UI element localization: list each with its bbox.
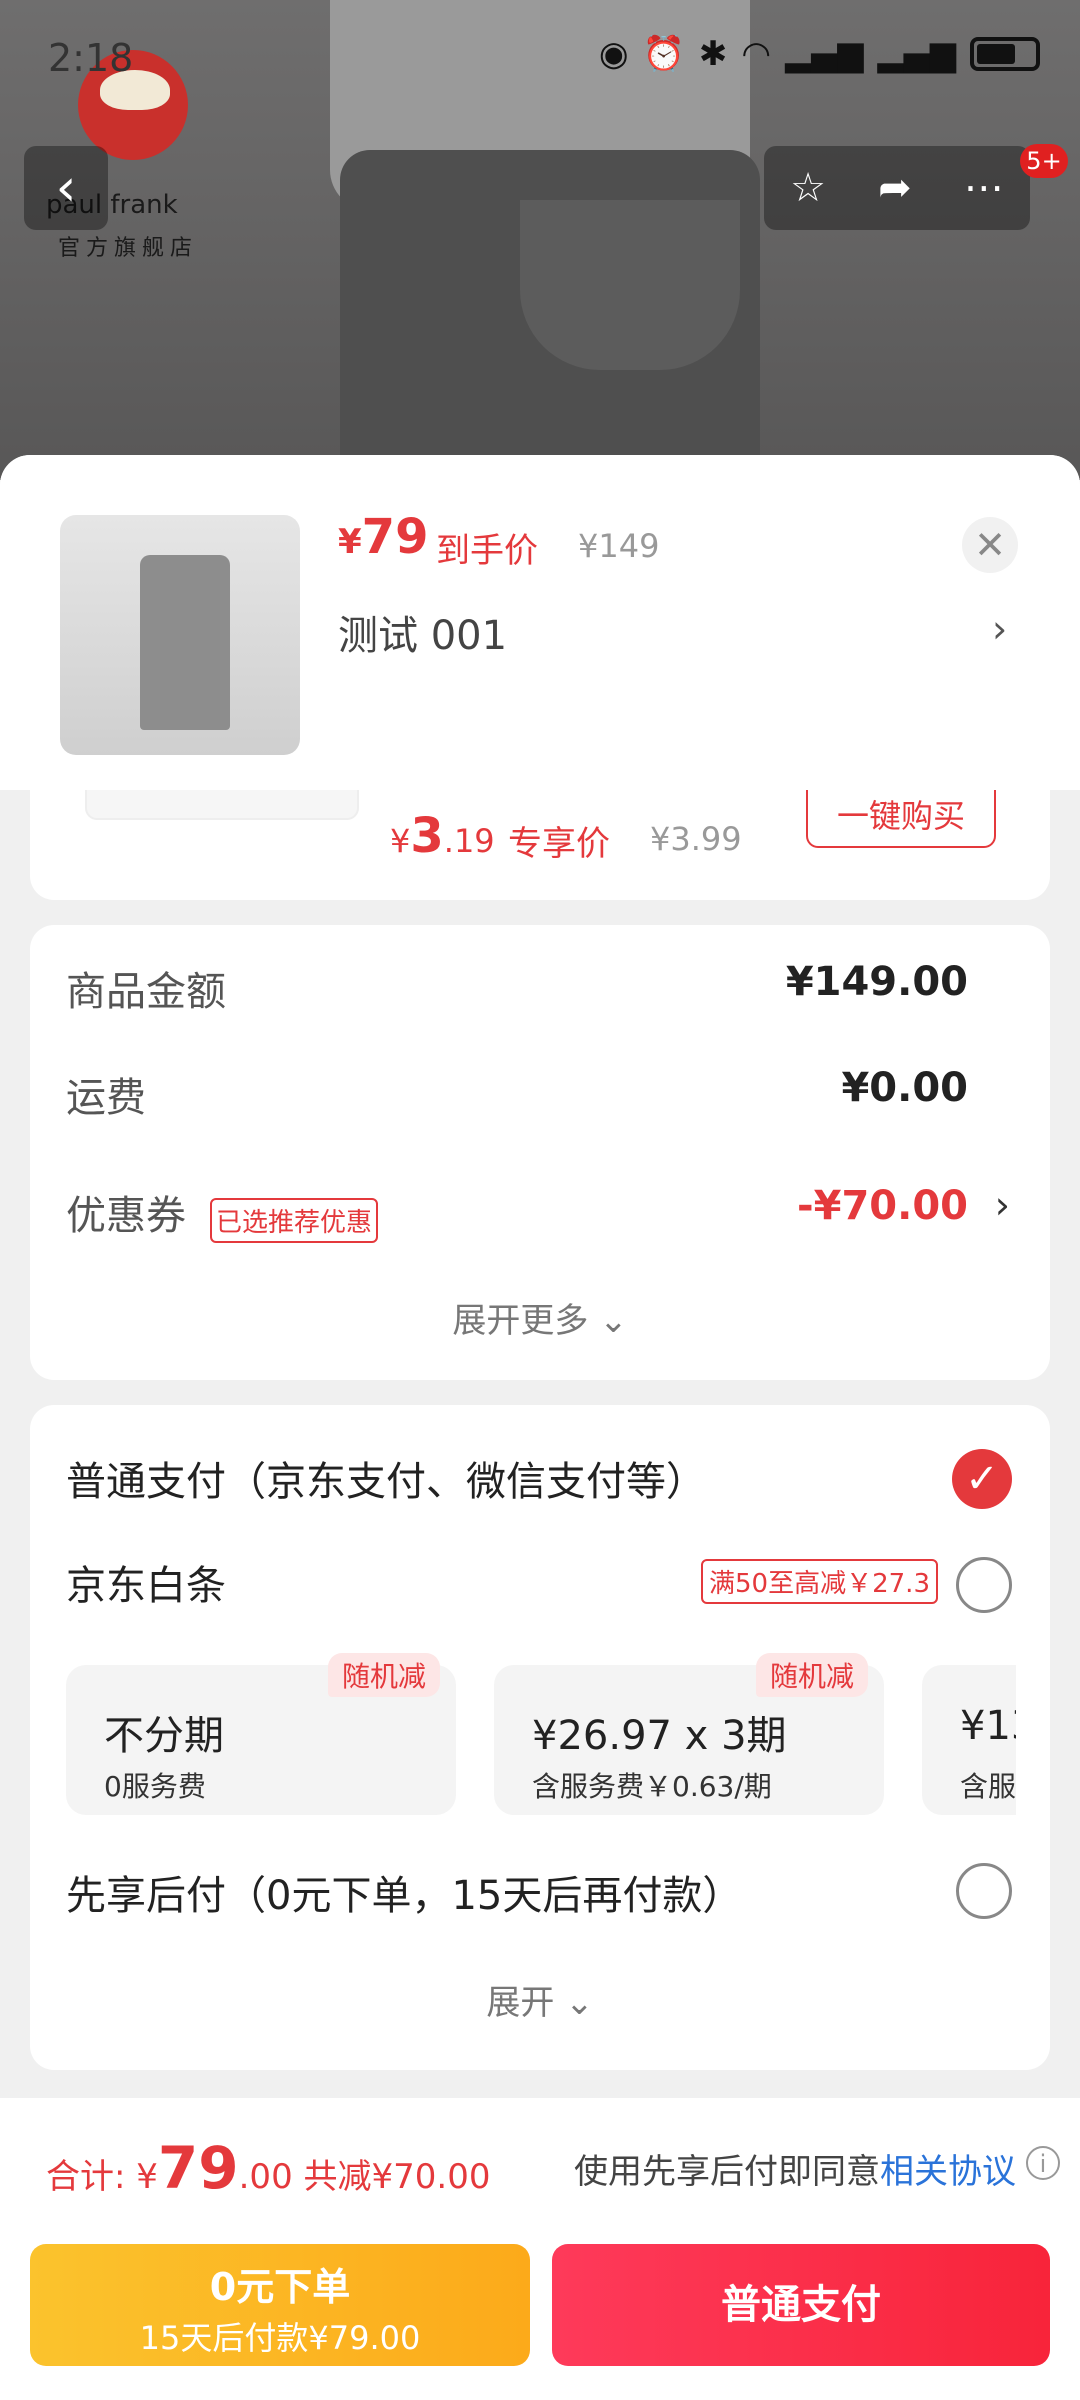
star-icon[interactable]: ☆: [790, 165, 826, 211]
total-saved: 共减¥70.00: [303, 2157, 491, 2197]
plan-tag: 随机减: [755, 1653, 868, 1697]
goods-amount-label: 商品金额: [66, 969, 226, 1015]
pay-later-button-title: 0元下单: [209, 2265, 351, 2309]
promo-price-label: 专享价: [508, 824, 610, 864]
promo-original-price: ¥3.99: [650, 820, 742, 858]
info-icon[interactable]: i: [1026, 2146, 1060, 2180]
agreement-text: 使用先享后付即同意相关协议: [574, 2144, 1016, 2193]
status-icons: ◉ ⏰ ✱ ◠ ▂▄▆ ▂▄▆: [599, 34, 1040, 74]
amount-card: 商品金额 ¥149.00 运费 ¥0.00 优惠券 已选推荐优惠 -¥70.00…: [30, 925, 1050, 1380]
plan-option[interactable]: 随机减 ¥26.97 x 3期 含服务费￥0.63/期: [494, 1653, 884, 1815]
back-button[interactable]: ‹: [24, 146, 108, 230]
price-label: 到手价: [436, 531, 538, 571]
close-button[interactable]: ✕: [962, 517, 1018, 573]
chevron-left-icon: ‹: [55, 158, 77, 218]
pay-later-radio[interactable]: [956, 1863, 1012, 1919]
agreement-link[interactable]: 相关协议: [880, 2152, 1016, 2192]
plan-option[interactable]: ¥13 含服: [922, 1665, 1016, 1815]
coupon-label: 优惠券: [66, 1193, 186, 1239]
plan-main: ¥13: [960, 1703, 1016, 1749]
normal-pay-button[interactable]: 普通支付: [552, 2244, 1050, 2366]
agreement-prefix: 使用先享后付即同意: [574, 2152, 880, 2192]
expand-button[interactable]: 展开 ⌄: [30, 1975, 1050, 2024]
chevron-right-icon[interactable]: ›: [995, 1183, 1010, 1227]
baitiao-label[interactable]: 京东白条: [66, 1553, 226, 1611]
shipping-label: 运费: [66, 1075, 146, 1121]
payment-card: 普通支付（京东支付、微信支付等） ✓ 京东白条 满50至高减￥27.3 随机减 …: [30, 1405, 1050, 2070]
plan-sub: 含服务费￥0.63/期: [532, 1770, 772, 1803]
total-summary: 合计: ¥79.00 共减¥70.00: [46, 2134, 490, 2202]
wifi-icon: ◠: [741, 34, 772, 74]
plan-main: ¥26.97 x 3期: [532, 1713, 787, 1759]
pay-later-button[interactable]: 0元下单 15天后付款¥79.00: [30, 2244, 530, 2366]
plan-sub: 0服务费: [104, 1770, 206, 1803]
plan-tag: 随机减: [327, 1653, 440, 1697]
total-int: 79: [157, 2134, 239, 2202]
normal-payment-title[interactable]: 普通支付（京东支付、微信支付等）: [66, 1449, 706, 1507]
promo-price: ¥3.19: [390, 808, 495, 864]
checkout-footer: 合计: ¥79.00 共减¥70.00 使用先享后付即同意相关协议 i 0元下单…: [0, 2098, 1080, 2400]
original-price: ¥149: [578, 527, 660, 565]
status-time: 2:18: [48, 36, 134, 80]
eye-icon: ◉: [598, 34, 629, 74]
promo-card: ¥3.19 专享价 ¥3.99 一键购买: [30, 790, 1050, 900]
battery-icon: [970, 37, 1040, 71]
share-icon[interactable]: ➦: [878, 165, 912, 211]
close-icon: ✕: [974, 523, 1006, 567]
sheet-header: ¥79 到手价 ¥149 ✕ 测试 001 ›: [0, 455, 1080, 790]
product-spec[interactable]: 测试 001: [338, 603, 507, 661]
coupon-chip: 已选推荐优惠: [210, 1198, 379, 1243]
plan-sub: 含服: [960, 1770, 1016, 1803]
coupon-value[interactable]: -¥70.00: [797, 1183, 968, 1229]
baitiao-radio[interactable]: [956, 1557, 1012, 1613]
alarm-icon: ⏰: [642, 34, 685, 74]
one-click-buy-button[interactable]: 一键购买: [806, 790, 996, 848]
notification-badge: 5+: [1020, 144, 1068, 178]
more-icon[interactable]: ⋯: [964, 165, 1004, 211]
baitiao-discount-chip: 满50至高减￥27.3: [701, 1559, 938, 1604]
chevron-right-icon[interactable]: ›: [992, 607, 1007, 651]
thumbnail-pants: [140, 555, 230, 730]
top-action-bar: ☆ ➦ ⋯: [764, 146, 1030, 230]
product-thumbnail: [60, 515, 300, 755]
expand-more-button[interactable]: 展开更多 ⌄: [30, 1293, 1050, 1342]
shipping-value: ¥0.00: [841, 1065, 968, 1111]
goods-amount-value: ¥149.00: [785, 959, 968, 1005]
installment-plans: 随机减 不分期 0服务费 随机减 ¥26.97 x 3期 含服务费￥0.63/期…: [66, 1635, 1016, 1835]
total-label: 合计:: [46, 2157, 137, 2197]
plan-main: 不分期: [104, 1713, 224, 1759]
signal-icon: ▂▄▆: [785, 34, 864, 74]
checkmark-icon[interactable]: ✓: [952, 1449, 1012, 1509]
promo-image: [85, 790, 359, 820]
plan-option[interactable]: 随机减 不分期 0服务费: [66, 1653, 456, 1815]
logo-store-name: 官方旗舰店: [58, 236, 199, 261]
signal-icon-2: ▂▄▆: [877, 34, 956, 74]
pocket-shape: [520, 200, 740, 370]
product-price: ¥79: [338, 509, 429, 565]
pay-later-title[interactable]: 先享后付（0元下单，15天后再付款）: [66, 1863, 742, 1921]
pay-later-button-sub: 15天后付款¥79.00: [139, 2319, 421, 2357]
bluetooth-icon: ✱: [698, 34, 728, 74]
total-dec: .00: [238, 2157, 293, 2197]
total-symbol: ¥: [136, 2157, 158, 2197]
